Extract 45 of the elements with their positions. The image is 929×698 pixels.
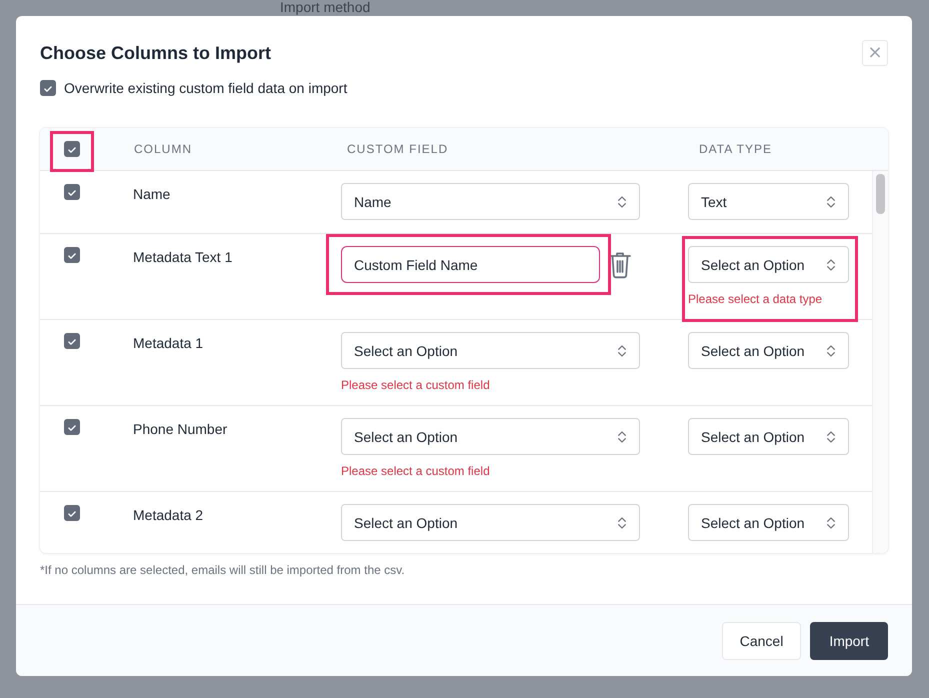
error-message: Please select a data type — [688, 292, 824, 306]
row-checkbox[interactable] — [64, 505, 80, 521]
chevron-up-down-icon — [826, 256, 836, 272]
data-type-select[interactable]: Select an Option — [688, 332, 849, 369]
dialog-title: Choose Columns to Import — [40, 42, 271, 64]
chevron-up-down-icon — [826, 194, 836, 210]
row-checkbox[interactable] — [64, 419, 80, 435]
row-checkbox[interactable] — [64, 333, 80, 349]
column-name: Metadata 1 — [133, 335, 204, 351]
error-message: Please select a custom field — [341, 378, 491, 392]
custom-field-select[interactable]: Select an Option — [341, 504, 640, 541]
column-name: Phone Number — [133, 421, 228, 437]
import-button[interactable]: Import — [810, 622, 888, 660]
chevron-up-down-icon — [617, 194, 627, 210]
row-checkbox[interactable] — [64, 184, 80, 200]
trash-icon[interactable] — [608, 250, 632, 278]
chevron-up-down-icon — [826, 342, 836, 358]
footnote: *If no columns are selected, emails will still be imported from the csv. — [40, 563, 406, 577]
page-heading: Import method — [280, 0, 370, 15]
chevron-up-down-icon — [826, 428, 836, 444]
chevron-up-down-icon — [617, 342, 627, 358]
column-name: Metadata 2 — [133, 507, 204, 523]
scrollbar-thumb[interactable] — [876, 174, 885, 214]
column-header: CUSTOM FIELD — [346, 142, 450, 156]
error-message: Please select a custom field — [341, 464, 491, 478]
chevron-up-down-icon — [617, 514, 627, 530]
checkbox[interactable] — [40, 80, 56, 96]
custom-field-select[interactable]: Select an Option — [341, 418, 640, 455]
chevron-up-down-icon — [617, 428, 627, 444]
row-checkbox[interactable] — [64, 247, 80, 263]
data-type-select[interactable]: Select an Option — [688, 246, 849, 283]
select-all-checkbox[interactable] — [64, 141, 80, 157]
cancel-button[interactable]: Cancel — [722, 622, 802, 660]
custom-field-input[interactable]: Custom Field Name — [341, 246, 600, 283]
column-name: Name — [133, 186, 170, 202]
custom-field-select[interactable]: Name — [341, 183, 640, 220]
data-type-select[interactable]: Select an Option — [688, 418, 849, 455]
column-header: DATA TYPE — [698, 142, 774, 156]
custom-field-select[interactable]: Select an Option — [341, 332, 640, 369]
column-name: Metadata Text 1 — [133, 249, 232, 265]
data-type-select[interactable]: Select an Option — [688, 504, 849, 541]
chevron-up-down-icon — [826, 514, 836, 530]
checkbox-label: Overwrite existing custom field data on import — [64, 80, 348, 96]
column-header: COLUMN — [133, 142, 194, 156]
data-type-select[interactable]: Text — [688, 183, 849, 220]
